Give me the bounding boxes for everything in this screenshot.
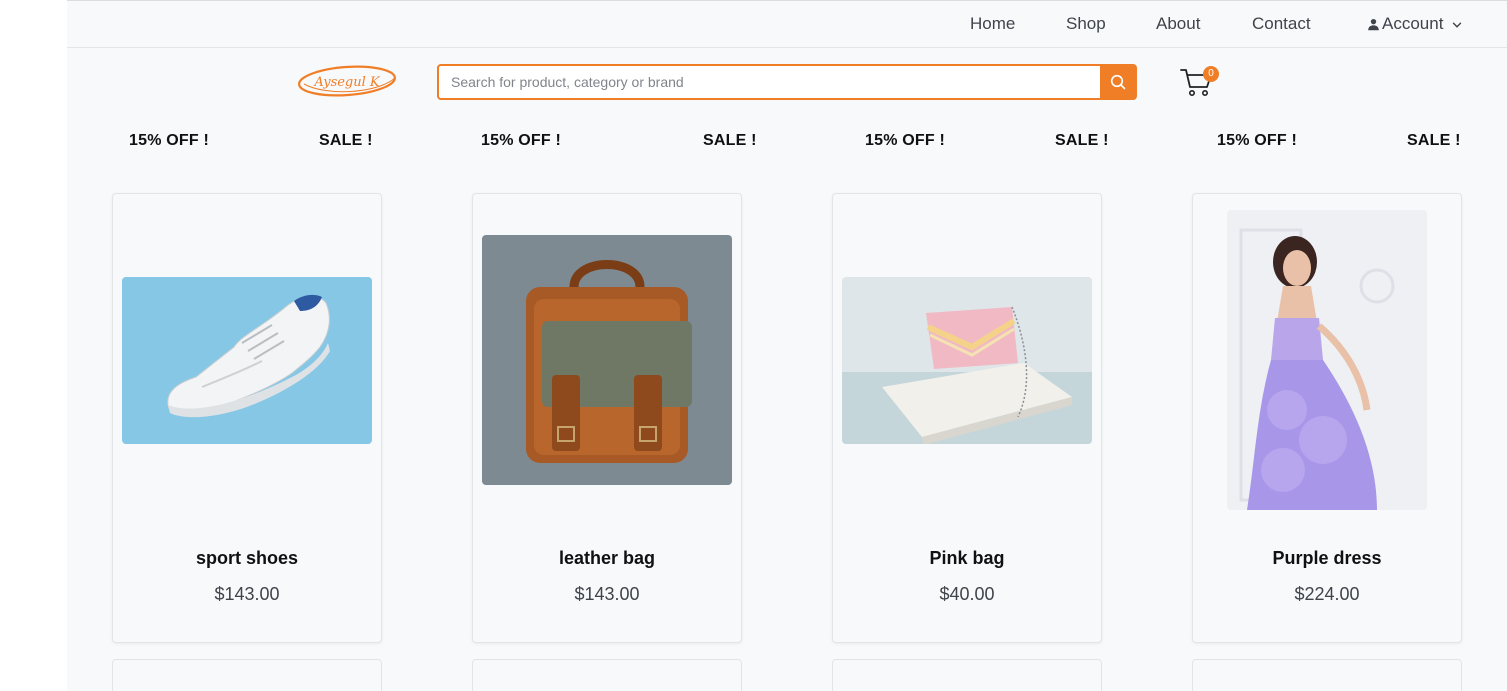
top-navigation: Home Shop About Contact Account — [67, 0, 1507, 48]
brand-logo[interactable]: Aysegul K — [296, 63, 398, 99]
promo-label: 15% OFF ! — [481, 132, 562, 149]
page: Home Shop About Contact Account Aysegul … — [67, 0, 1507, 691]
promo-label: 15% OFF ! — [865, 132, 946, 149]
chevron-down-icon — [1453, 22, 1462, 28]
product-image-pink-bag[interactable] — [842, 277, 1092, 444]
product-price: $40.00 — [939, 584, 995, 604]
account-label: Account — [1382, 14, 1444, 33]
product-image-purple-dress[interactable] — [1227, 210, 1427, 510]
product-image-leather-bag[interactable] — [482, 235, 732, 485]
search-input[interactable] — [439, 66, 1100, 98]
search-button[interactable] — [1100, 66, 1136, 98]
logo-text: Aysegul K — [313, 75, 381, 90]
product-card[interactable]: leather bag $143.00 — [472, 193, 742, 643]
product-price: $224.00 — [1294, 584, 1360, 604]
product-name[interactable]: leather bag — [473, 548, 741, 569]
product-price: $143.00 — [214, 584, 280, 604]
product-price: $143.00 — [574, 584, 640, 604]
nav-about-link[interactable]: About — [1156, 14, 1200, 34]
account-dropdown[interactable]: Account — [1367, 14, 1462, 34]
product-card[interactable] — [472, 659, 742, 691]
nav-contact-link[interactable]: Contact — [1252, 14, 1311, 34]
product-image-sport-shoes[interactable] — [122, 277, 372, 444]
promo-label: 15% OFF ! — [1217, 132, 1298, 149]
product-card[interactable] — [1192, 659, 1462, 691]
promo-label: SALE ! — [703, 132, 757, 149]
product-card[interactable] — [832, 659, 1102, 691]
product-card[interactable]: Pink bag $40.00 — [832, 193, 1102, 643]
product-card[interactable] — [112, 659, 382, 691]
product-name[interactable]: sport shoes — [113, 548, 381, 569]
nav-shop-link[interactable]: Shop — [1066, 14, 1106, 34]
product-name[interactable]: Purple dress — [1193, 548, 1461, 569]
promo-label: SALE ! — [1407, 132, 1461, 149]
person-icon — [1368, 18, 1379, 31]
promo-label: 15% OFF ! — [129, 132, 210, 149]
search-icon — [1110, 74, 1126, 90]
promo-label: SALE ! — [1055, 132, 1109, 149]
cart-count-badge: 0 — [1203, 66, 1219, 82]
nav-home-link[interactable]: Home — [970, 14, 1015, 34]
search-bar — [437, 64, 1137, 100]
product-card[interactable]: Purple dress $224.00 — [1192, 193, 1462, 643]
product-card[interactable]: sport shoes $143.00 — [112, 193, 382, 643]
product-name[interactable]: Pink bag — [833, 548, 1101, 569]
promo-label: SALE ! — [319, 132, 373, 149]
